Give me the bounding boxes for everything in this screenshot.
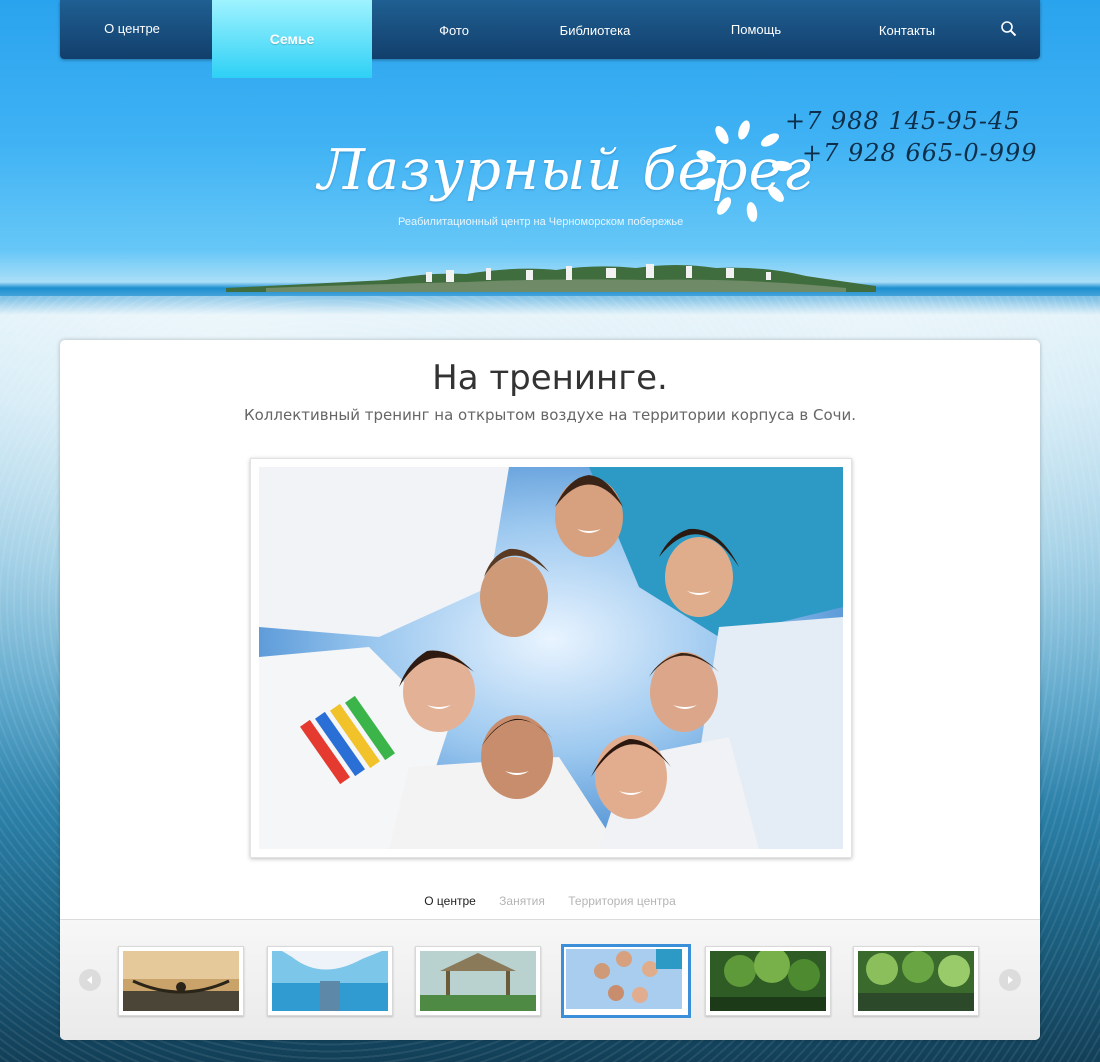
sun-logo-icon: [696, 120, 792, 222]
page-subtitle: Коллективный тренинг на открытом воздухе…: [243, 406, 857, 424]
main-photo[interactable]: [259, 467, 843, 849]
gallery-tabs: О центре Занятия Территория центра: [60, 894, 1040, 908]
thumbnail-4[interactable]: [561, 944, 691, 1018]
thumbnail-strip: [60, 919, 1040, 1040]
thumbnail-6[interactable]: [853, 946, 979, 1016]
site-tagline: Реабилитационный центр на Черноморском п…: [398, 216, 684, 228]
search-icon[interactable]: [999, 19, 1019, 39]
thumbnail-1[interactable]: [118, 946, 244, 1016]
phone-number-2: +7 928 665-0-999: [802, 139, 1038, 167]
nav-item-contacts[interactable]: Контакты: [866, 0, 948, 59]
nav-item-help[interactable]: Помощь: [718, 0, 794, 59]
thumbnail-2[interactable]: [267, 946, 393, 1016]
thumbnail-5[interactable]: [705, 946, 831, 1016]
thumbnail-3[interactable]: [415, 946, 541, 1016]
nav-item-library[interactable]: Библиотека: [544, 0, 646, 59]
main-photo-frame: [250, 458, 852, 858]
nav-item-family[interactable]: Семье: [212, 0, 372, 78]
coastline-image: [226, 264, 876, 292]
next-arrow-icon[interactable]: [999, 969, 1021, 991]
tab-about[interactable]: О центре: [424, 894, 476, 908]
content-panel: На тренинге. Коллективный тренинг на отк…: [60, 340, 1040, 1040]
prev-arrow-icon[interactable]: [79, 969, 101, 991]
page-title: На тренинге.: [432, 358, 668, 398]
top-navigation: О центре Семье Фото Библиотека Помощь Ко…: [60, 0, 1040, 78]
tab-territory[interactable]: Территория центра: [568, 894, 676, 908]
phone-number-1: +7 988 145-95-45: [785, 107, 1021, 135]
nav-item-photo[interactable]: Фото: [420, 0, 488, 59]
nav-item-about[interactable]: О центре: [80, 0, 184, 59]
tab-classes[interactable]: Занятия: [499, 894, 545, 908]
